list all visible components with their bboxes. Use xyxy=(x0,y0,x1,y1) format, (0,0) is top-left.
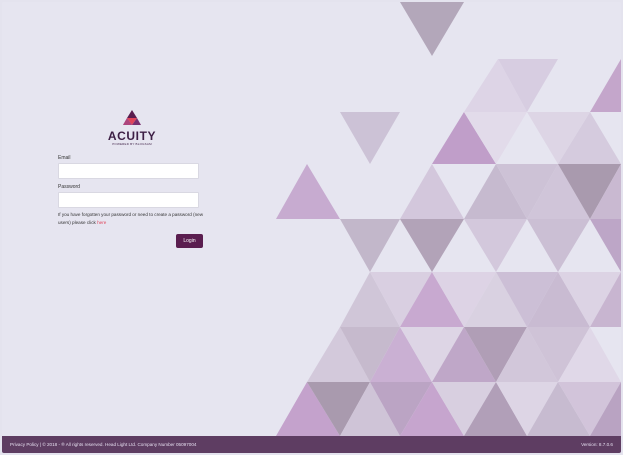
footer-bar: Privacy Policy | © 2018 - ® All rights r… xyxy=(2,436,621,453)
acuity-logo-icon xyxy=(123,110,141,125)
login-button[interactable]: Login xyxy=(176,234,203,248)
bg-triangle xyxy=(276,164,340,219)
password-label: Password xyxy=(58,184,80,190)
bg-triangle xyxy=(340,219,400,272)
bg-triangle xyxy=(400,164,464,219)
login-window: ACUITY POWERED BY BLOGSAM Email Password… xyxy=(2,2,621,453)
bg-triangle xyxy=(464,219,527,272)
bg-triangle xyxy=(590,59,621,112)
brand-tagline: POWERED BY BLOGSAM xyxy=(112,142,152,146)
email-label: Email xyxy=(58,155,71,161)
footer-version: Version: 8.7.0.6 xyxy=(581,442,613,447)
email-field[interactable] xyxy=(58,163,199,179)
acuity-logo: ACUITY POWERED BY BLOGSAM xyxy=(104,110,160,146)
forgot-password-link[interactable]: here xyxy=(97,220,106,225)
bg-triangle xyxy=(527,219,590,272)
password-field[interactable] xyxy=(58,192,199,208)
brand-name: ACUITY xyxy=(107,129,157,143)
footer-copyright[interactable]: Privacy Policy | © 2018 - ® All rights r… xyxy=(10,436,196,453)
bg-triangle xyxy=(400,219,464,272)
bg-triangle xyxy=(400,2,464,56)
forgot-password-text: If you have forgotten your password or n… xyxy=(58,211,208,227)
bg-triangle xyxy=(340,112,400,164)
bg-triangle xyxy=(590,219,621,272)
forgot-password-message: If you have forgotten your password or n… xyxy=(58,212,204,225)
